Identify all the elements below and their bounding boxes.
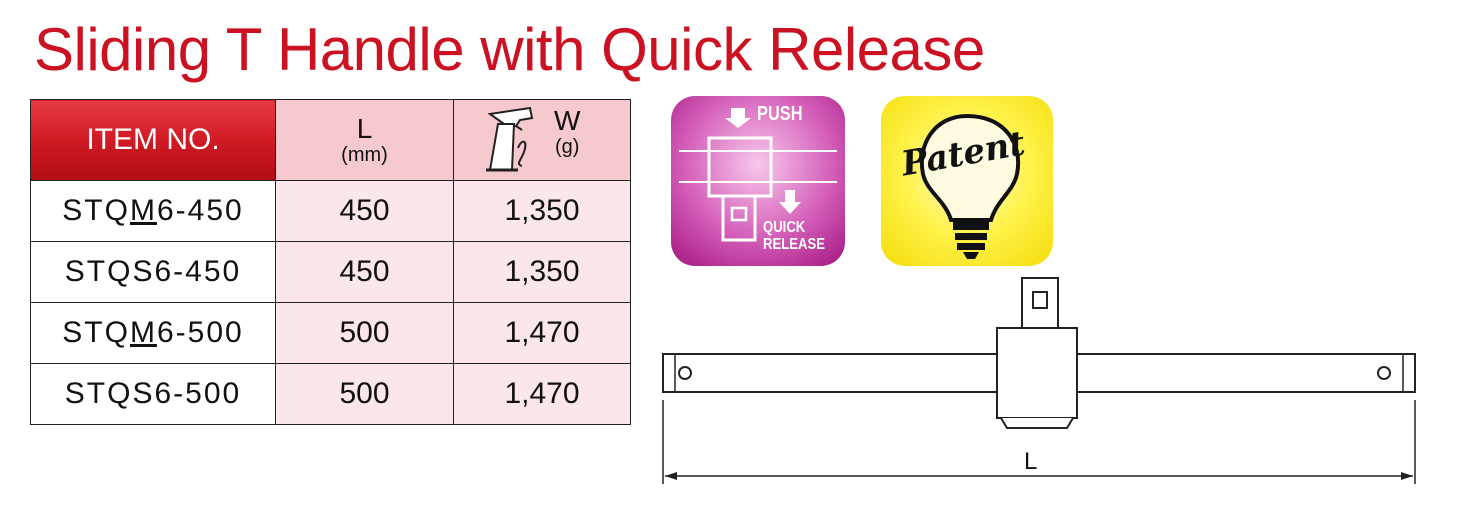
table-row: STQM6-450 450 1,350: [30, 180, 631, 242]
header-weight: W (g): [453, 99, 631, 181]
weight-symbol: W: [554, 105, 581, 136]
table-row: STQM6-500 500 1,470: [30, 302, 631, 364]
t-handle-drawing: [662, 277, 1416, 484]
weight-value: 1,350: [453, 180, 631, 242]
length-symbol: L: [356, 113, 373, 144]
spec-table: ITEM NO. L (mm) W (g) STQM6-450 450 1,35…: [30, 99, 631, 425]
sliding-head: [996, 327, 1078, 419]
quick-label: QUICK: [763, 219, 806, 236]
header-length: L (mm): [275, 99, 454, 181]
length-value: 500: [275, 302, 454, 364]
push-label: PUSH: [757, 103, 803, 125]
header-item-no: ITEM NO.: [30, 99, 276, 181]
model-mark: M: [129, 194, 157, 227]
patent-badge: Patent: [881, 96, 1053, 266]
length-value: 450: [275, 180, 454, 242]
scale-icon: [486, 106, 534, 172]
length-value: 500: [275, 363, 454, 425]
item-number: STQM6-500: [30, 302, 276, 364]
weight-value: 1,470: [453, 363, 631, 425]
length-value: 450: [275, 241, 454, 303]
item-number: STQS6-500: [30, 363, 276, 425]
weight-value: 1,470: [453, 302, 631, 364]
weight-value: 1,350: [453, 241, 631, 303]
left-hole: [678, 366, 692, 380]
right-hole: [1377, 366, 1391, 380]
quick-release-badge: PUSH QUICK RELEASE: [671, 96, 845, 266]
model-mark: S: [132, 377, 155, 410]
model-mark: M: [129, 316, 157, 349]
page-title: Sliding T Handle with Quick Release: [34, 16, 985, 83]
weight-label-group: W (g): [554, 105, 581, 159]
model-mark: S: [132, 255, 155, 288]
table-header-row: ITEM NO. L (mm) W (g): [30, 99, 631, 181]
release-label: RELEASE: [763, 236, 825, 253]
length-unit: (mm): [341, 144, 388, 166]
dimension-label: L: [1024, 448, 1038, 475]
item-number: STQS6-450: [30, 241, 276, 303]
item-number: STQM6-450: [30, 180, 276, 242]
table-row: STQS6-450 450 1,350: [30, 241, 631, 303]
weight-unit: (g): [554, 136, 580, 158]
table-row: STQS6-500 500 1,470: [30, 363, 631, 425]
